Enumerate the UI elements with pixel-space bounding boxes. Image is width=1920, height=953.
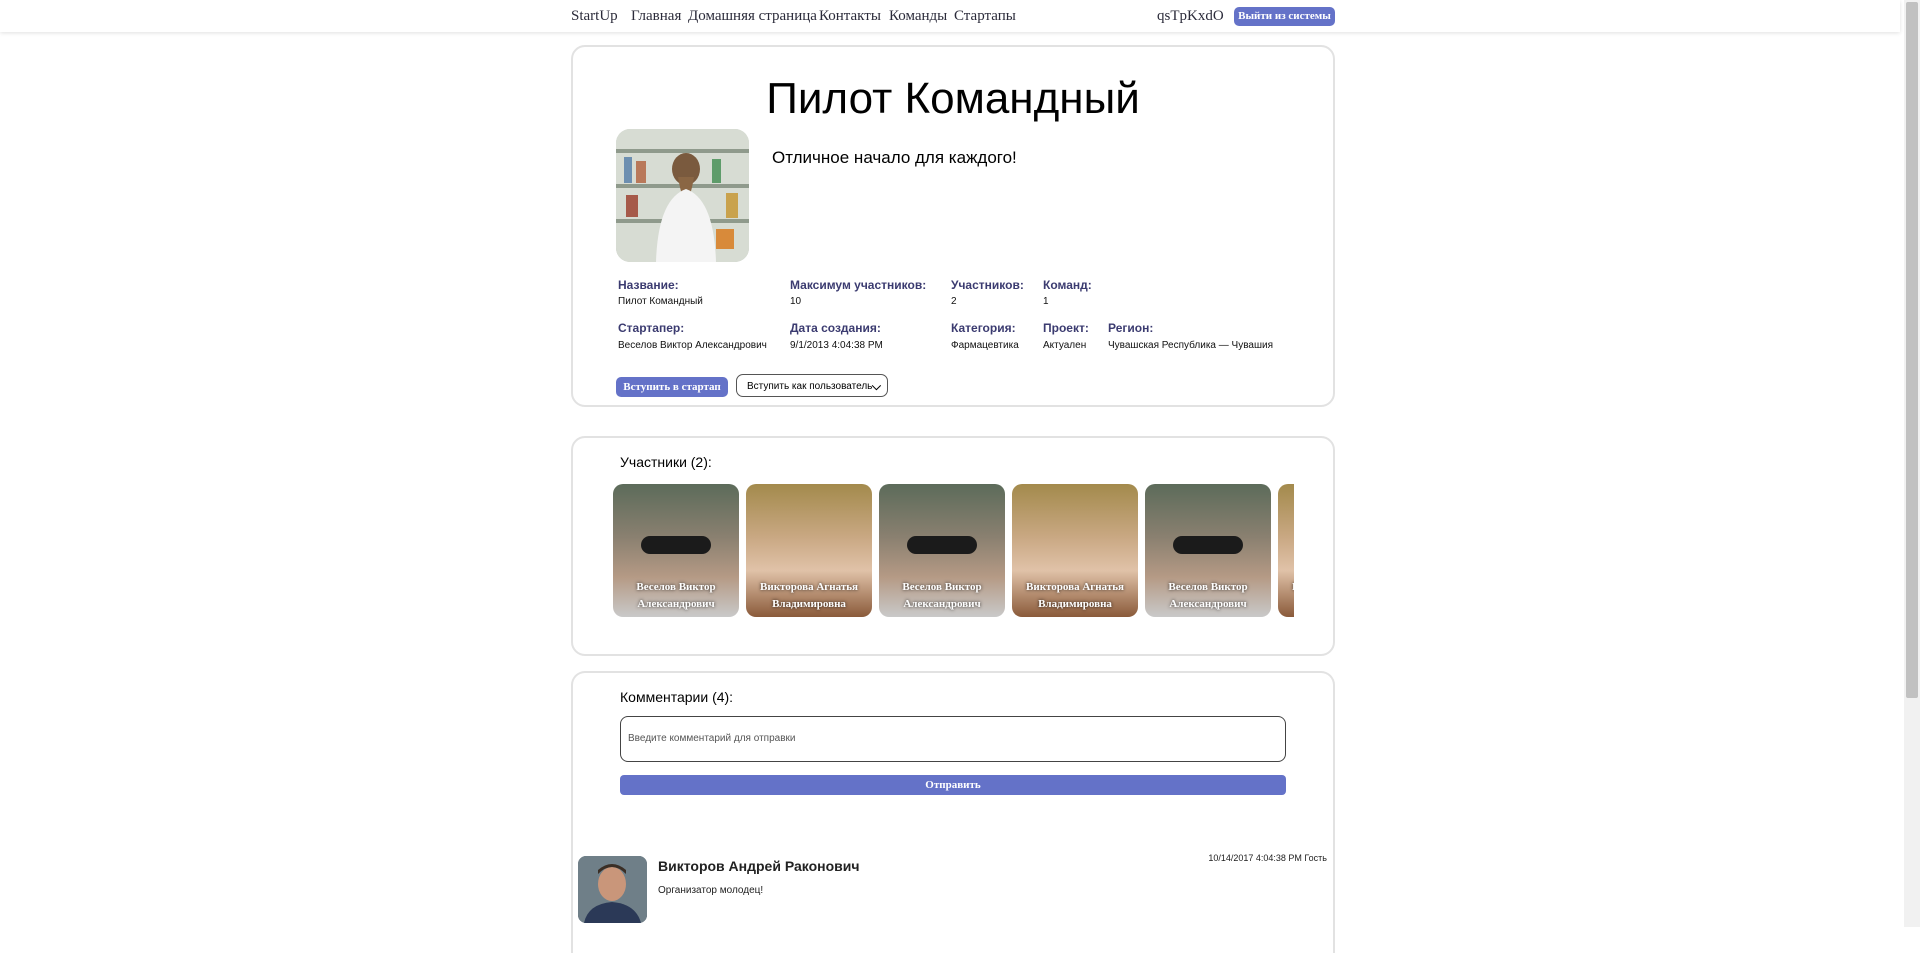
region-label: Регион: — [1108, 321, 1154, 335]
member-tile[interactable]: Веселов Виктор Александрович — [1145, 484, 1271, 617]
brand-link[interactable]: StartUp — [571, 8, 618, 25]
member-name: Викторова Агнатья Владимировна — [1026, 581, 1124, 610]
created-value: 9/1/2013 4:04:38 PM — [790, 340, 883, 351]
comment-author[interactable]: Викторов Андрей Раконович — [658, 858, 860, 874]
category-label: Категория: — [951, 321, 1016, 335]
starter-label: Стартапер: — [618, 321, 685, 335]
join-role-select[interactable]: Вступить как пользователь ⌵ — [736, 374, 888, 397]
logout-button[interactable]: Выйти из системы — [1234, 7, 1335, 26]
member-photo — [907, 536, 977, 554]
nav-link-contacts[interactable]: Контакты — [819, 8, 881, 25]
commenter-photo — [578, 856, 647, 923]
member-tile[interactable]: Викторова Агнатья Владимировна — [1278, 484, 1294, 617]
member-photo — [641, 536, 711, 554]
comments-heading: Комментарии (4): — [620, 689, 734, 705]
chevron-down-icon: ⌵ — [871, 379, 881, 393]
members-carousel[interactable]: Веселов Виктор Александрович Викторова А… — [613, 484, 1294, 617]
project-label: Проект: — [1043, 321, 1089, 335]
teams-label: Команд: — [1043, 278, 1092, 292]
member-name: Веселов Виктор Александрович — [902, 581, 982, 610]
top-navbar: StartUp Главная Домашняя страница Контак… — [0, 0, 1900, 32]
member-name: Веселов Виктор Александрович — [636, 581, 716, 610]
created-label: Дата создания: — [790, 321, 881, 335]
member-name: Викторова Агнатья Владимировна — [1282, 579, 1294, 613]
join-role-select-value: Вступить как пользователь — [747, 381, 873, 392]
join-startup-button[interactable]: Вступить в стартап — [616, 377, 728, 397]
member-photo — [1173, 536, 1243, 554]
send-comment-button[interactable]: Отправить — [620, 775, 1286, 795]
startup-description: Отличное начало для каждого! — [772, 148, 1017, 167]
startup-image — [616, 129, 749, 262]
members-card: Участники (2): Веселов Виктор Александро… — [571, 436, 1335, 656]
comment-input[interactable]: Введите комментарий для отправки — [620, 716, 1286, 762]
nav-link-teams[interactable]: Команды — [889, 8, 947, 25]
max-participants-label: Максимум участников: — [790, 278, 927, 292]
members-heading: Участники (2): — [620, 454, 712, 470]
project-value: Актуален — [1043, 340, 1087, 351]
member-name: Викторова Агнатья Владимировна — [760, 581, 858, 610]
member-tile[interactable]: Веселов Виктор Александрович — [613, 484, 739, 617]
max-participants-value: 10 — [790, 296, 802, 307]
name-label: Название: — [618, 278, 679, 292]
member-tile[interactable]: Веселов Виктор Александрович — [879, 484, 1005, 617]
comment-avatar — [578, 856, 647, 923]
participants-label: Участников: — [951, 278, 1024, 292]
comment-text: Организатор молодец! — [658, 885, 764, 896]
member-tile[interactable]: Викторова Агнатья Владимировна — [746, 484, 872, 617]
startup-card: Пилот Командный Отличное начало для кажд… — [571, 45, 1335, 407]
category-value: Фармацевтика — [951, 340, 1019, 351]
member-tile[interactable]: Викторова Агнатья Владимировна — [1012, 484, 1138, 617]
participants-value: 2 — [951, 296, 957, 307]
nav-link-startups[interactable]: Стартапы — [954, 8, 1016, 25]
nav-link-home[interactable]: Домашняя страница — [688, 8, 817, 25]
member-name: Веселов Виктор Александрович — [1168, 581, 1248, 610]
starter-value: Веселов Виктор Александрович — [618, 340, 767, 351]
page-title: Пилот Командный — [766, 74, 1140, 123]
scrollbar-thumb[interactable] — [1906, 2, 1918, 698]
teams-value: 1 — [1043, 296, 1049, 307]
region-value: Чувашская Республика — Чувашия — [1108, 340, 1273, 351]
nav-link-main[interactable]: Главная — [631, 8, 681, 25]
lab-scientist-image — [616, 129, 749, 262]
username-link[interactable]: qsTpKxdO — [1157, 8, 1224, 25]
comments-card: Комментарии (4): Введите комментарий для… — [571, 671, 1335, 953]
name-value: Пилот Командный — [618, 296, 703, 307]
comment-meta: 10/14/2017 4:04:38 PM Гость — [1208, 853, 1327, 863]
